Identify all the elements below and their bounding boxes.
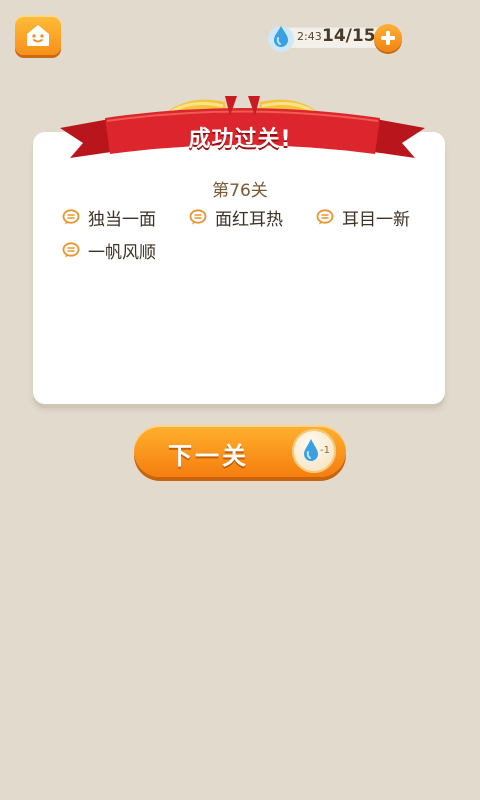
speech-bubble-icon (316, 209, 334, 225)
next-level-button[interactable]: 下一关 -1 (134, 425, 346, 477)
level-label: 第76关 (212, 181, 268, 201)
idiom-item[interactable]: 耳目一新 (316, 205, 410, 230)
plus-icon (381, 31, 395, 45)
idiom-text: 面红耳热 (215, 209, 283, 230)
idiom-item[interactable]: 面红耳热 (189, 205, 283, 230)
water-drop-icon (268, 26, 294, 52)
home-button[interactable] (15, 15, 61, 55)
energy-timer: 2:43 (297, 30, 322, 43)
idiom-text: 耳目一新 (342, 209, 410, 230)
result-card (33, 132, 445, 404)
speech-bubble-icon (62, 209, 80, 225)
success-banner-title: 成功过关! (188, 127, 292, 152)
idiom-text: 独当一面 (88, 209, 156, 230)
add-energy-button[interactable] (374, 24, 402, 52)
next-level-label: 下一关 (168, 442, 249, 470)
speech-bubble-icon (189, 209, 207, 225)
cost-value: -1 (320, 445, 330, 456)
idiom-text: 一帆风顺 (88, 242, 156, 263)
idiom-item[interactable]: 一帆风顺 (62, 238, 156, 263)
idiom-item[interactable]: 独当一面 (62, 205, 156, 230)
energy-count: 14/15 (322, 26, 376, 46)
speech-bubble-icon (62, 242, 80, 258)
level-complete-screen: 2:43 14/15 成功过关! 第76关 独当一面 面红耳热 耳目一新 一帆风… (0, 0, 480, 800)
cost-badge: -1 (292, 429, 336, 473)
home-face-icon (27, 25, 49, 46)
